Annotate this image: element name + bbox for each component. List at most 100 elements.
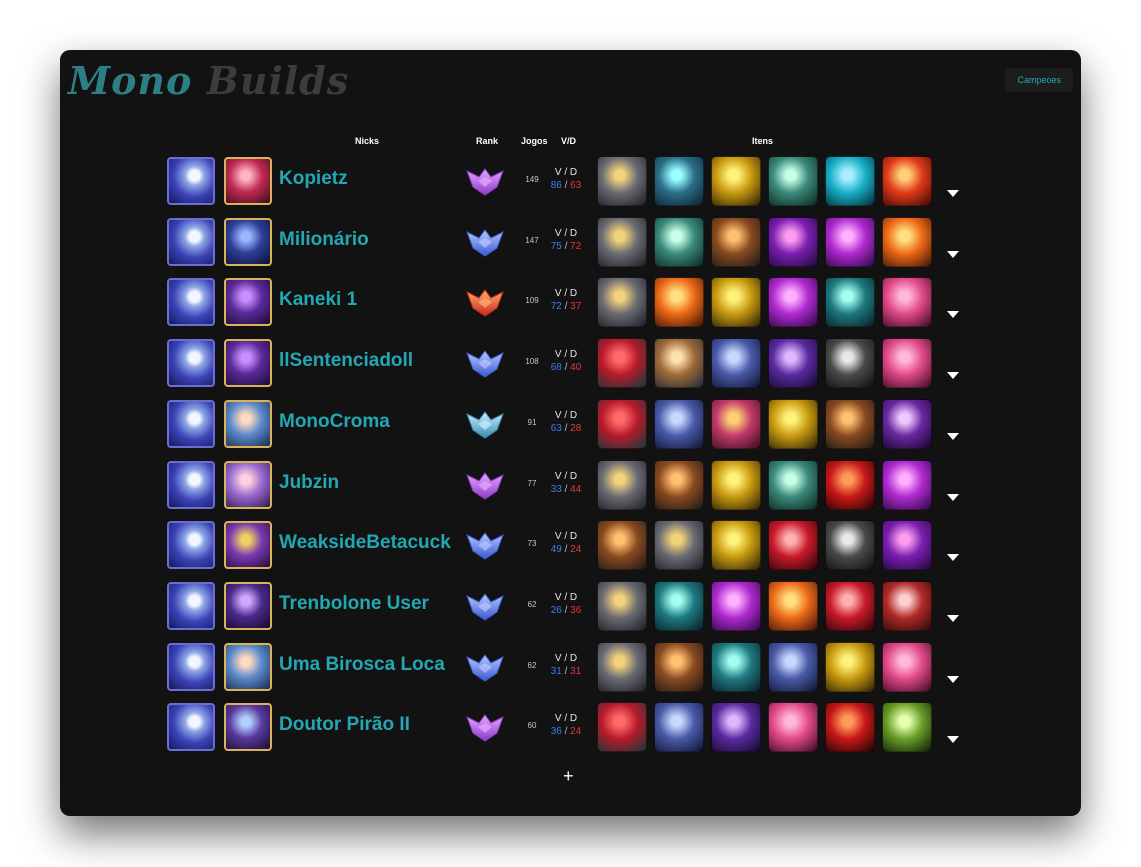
- main-champion-portrait: [167, 157, 215, 205]
- expand-row-chevron-down-icon[interactable]: [947, 554, 959, 562]
- item-gold-icon[interactable]: [711, 459, 761, 510]
- losses-count: 31: [570, 665, 582, 677]
- player-nick[interactable]: MonoCroma: [279, 411, 390, 433]
- item-gold-icon[interactable]: [711, 277, 761, 328]
- item-magenta-icon[interactable]: [882, 459, 932, 510]
- item-navy-icon[interactable]: [654, 702, 704, 753]
- item-redblade-icon[interactable]: [768, 520, 818, 571]
- item-purple-icon[interactable]: [768, 338, 818, 389]
- player-nick[interactable]: Kaneki 1: [279, 289, 357, 311]
- item-gold-icon[interactable]: [711, 156, 761, 206]
- expand-row-chevron-down-icon[interactable]: [947, 432, 959, 440]
- item-bronze-icon[interactable]: [597, 520, 647, 571]
- item-violet-icon[interactable]: [882, 520, 932, 571]
- item-fire-icon[interactable]: [882, 156, 932, 206]
- item-pink-icon[interactable]: [768, 702, 818, 753]
- expand-row-chevron-down-icon[interactable]: [947, 311, 959, 319]
- champions-button[interactable]: Campeoes: [1005, 68, 1073, 92]
- item-bronze-icon[interactable]: [654, 641, 704, 692]
- win-loss: V / D 26 / 36: [550, 591, 582, 617]
- item-tealdark-icon[interactable]: [711, 641, 761, 692]
- item-teal-icon[interactable]: [654, 216, 704, 267]
- item-redfire-icon[interactable]: [825, 459, 875, 510]
- expand-row-chevron-down-icon[interactable]: [947, 190, 959, 197]
- item-build: [597, 459, 932, 510]
- item-navy-icon[interactable]: [768, 641, 818, 692]
- item-boots-icon[interactable]: [597, 459, 647, 510]
- player-nick[interactable]: Kopietz: [279, 168, 348, 190]
- item-orange-icon[interactable]: [768, 580, 818, 631]
- expand-row-chevron-down-icon[interactable]: [947, 614, 959, 622]
- item-crimson-icon[interactable]: [597, 398, 647, 449]
- item-gold-icon[interactable]: [825, 641, 875, 692]
- item-bronze-icon[interactable]: [654, 459, 704, 510]
- item-navy-icon[interactable]: [711, 338, 761, 389]
- item-boots-icon[interactable]: [597, 216, 647, 267]
- player-icon: [224, 278, 272, 327]
- player-nick[interactable]: llSentenciadoll: [279, 350, 413, 372]
- item-crimson-icon[interactable]: [597, 338, 647, 389]
- item-orange-icon[interactable]: [654, 277, 704, 328]
- item-lime-icon[interactable]: [882, 702, 932, 753]
- item-boots-icon[interactable]: [597, 580, 647, 631]
- rank-emblem-icon: [466, 350, 504, 378]
- item-boots-icon[interactable]: [597, 156, 647, 206]
- wins-count: 31: [550, 665, 562, 677]
- item-tealdark-icon[interactable]: [654, 580, 704, 631]
- item-pink-icon[interactable]: [882, 641, 932, 692]
- item-teal-icon[interactable]: [768, 156, 818, 206]
- win-loss: V / D 86 / 63: [550, 166, 582, 192]
- item-pink-icon[interactable]: [882, 338, 932, 389]
- player-nick[interactable]: Uma Birosca Loca: [279, 654, 445, 676]
- expand-row-chevron-down-icon[interactable]: [947, 736, 959, 744]
- item-boots-icon[interactable]: [597, 277, 647, 328]
- games-count: 60: [527, 721, 537, 731]
- table-row: WeaksideBetacuck 73 V / D 49 / 24: [60, 517, 1081, 573]
- item-cyan-icon[interactable]: [654, 156, 704, 206]
- player-nick[interactable]: Doutor Pirão II: [279, 714, 410, 736]
- item-gray-icon[interactable]: [825, 520, 875, 571]
- item-teal-icon[interactable]: [768, 459, 818, 510]
- item-magenta-icon[interactable]: [711, 580, 761, 631]
- item-redmetal-icon[interactable]: [882, 580, 932, 631]
- item-magenta-icon[interactable]: [825, 216, 875, 267]
- item-boots-icon[interactable]: [654, 520, 704, 571]
- item-orange-icon[interactable]: [882, 216, 932, 267]
- header-jogos: Jogos: [521, 136, 548, 146]
- wins-count: 33: [550, 483, 562, 495]
- item-bronze-icon[interactable]: [711, 216, 761, 267]
- item-crimson-icon[interactable]: [597, 702, 647, 753]
- expand-row-chevron-down-icon[interactable]: [947, 493, 959, 501]
- item-tealdark-icon[interactable]: [825, 277, 875, 328]
- losses-count: 28: [570, 422, 582, 434]
- item-gray-icon[interactable]: [825, 338, 875, 389]
- item-redfire-icon[interactable]: [825, 702, 875, 753]
- item-violetdeep-icon[interactable]: [882, 398, 932, 449]
- item-magenta-icon[interactable]: [768, 277, 818, 328]
- vd-label: V / D: [554, 167, 578, 178]
- item-navy-icon[interactable]: [654, 398, 704, 449]
- item-gold-icon[interactable]: [768, 398, 818, 449]
- item-tan-icon[interactable]: [654, 338, 704, 389]
- add-row-button[interactable]: +: [563, 766, 574, 787]
- item-boots-icon[interactable]: [597, 641, 647, 692]
- item-cyanice-icon[interactable]: [825, 156, 875, 206]
- item-pink-icon[interactable]: [882, 277, 932, 328]
- header-vd: V/D: [561, 136, 577, 146]
- player-nick[interactable]: Milionário: [279, 229, 369, 251]
- item-purple-icon[interactable]: [711, 702, 761, 753]
- expand-row-chevron-down-icon[interactable]: [947, 250, 959, 258]
- item-violet-icon[interactable]: [768, 216, 818, 267]
- player-nick[interactable]: Jubzin: [279, 472, 339, 494]
- item-bronze-icon[interactable]: [825, 398, 875, 449]
- item-redblade-icon[interactable]: [825, 580, 875, 631]
- expand-row-chevron-down-icon[interactable]: [947, 675, 959, 683]
- item-rose-icon[interactable]: [711, 398, 761, 449]
- player-nick[interactable]: WeaksideBetacuck: [279, 532, 451, 554]
- player-icon: [224, 399, 272, 448]
- player-nick[interactable]: Trenbolone User: [279, 593, 429, 615]
- losses-count: 24: [570, 726, 582, 738]
- vd-separator: /: [561, 240, 571, 252]
- item-gold-icon[interactable]: [711, 520, 761, 571]
- expand-row-chevron-down-icon[interactable]: [947, 372, 959, 380]
